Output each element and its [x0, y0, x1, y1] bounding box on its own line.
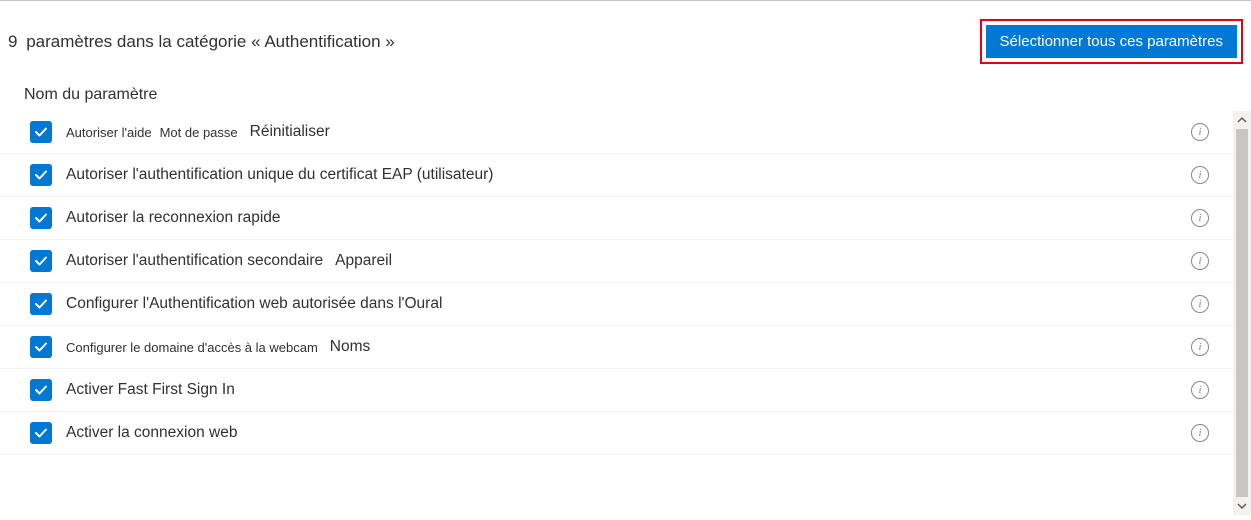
setting-label[interactable]: Autoriser l'aide: [66, 125, 152, 140]
setting-label[interactable]: Configurer le domaine d'accès à la webca…: [66, 340, 318, 355]
setting-value: Appareil: [335, 252, 392, 270]
table-row: Activer Fast First Sign In i: [0, 369, 1233, 412]
scrollbar[interactable]: [1233, 111, 1251, 515]
scroll-up-arrow[interactable]: [1233, 111, 1251, 129]
info-icon[interactable]: i: [1191, 424, 1209, 442]
checkbox[interactable]: [30, 207, 52, 229]
scroll-down-arrow[interactable]: [1233, 497, 1251, 515]
checkbox[interactable]: [30, 379, 52, 401]
info-icon[interactable]: i: [1191, 166, 1209, 184]
table-row: Configurer le domaine d'accès à la webca…: [0, 326, 1233, 369]
setting-label[interactable]: Autoriser l'authentification secondaire: [66, 252, 323, 270]
checkbox[interactable]: [30, 336, 52, 358]
info-icon[interactable]: i: [1191, 381, 1209, 399]
checkbox[interactable]: [30, 164, 52, 186]
divider: [0, 0, 1251, 1]
checkbox[interactable]: [30, 422, 52, 444]
setting-label[interactable]: Autoriser la reconnexion rapide: [66, 209, 281, 227]
setting-label[interactable]: Activer Fast First Sign In: [66, 381, 235, 399]
setting-label[interactable]: Configurer l'Authentification web autori…: [66, 295, 442, 313]
info-icon[interactable]: i: [1191, 295, 1209, 313]
table-row: Autoriser l'aide Mot de passe Réinitialise…: [0, 111, 1233, 154]
setting-value: Réinitialiser: [250, 123, 330, 141]
scroll-thumb[interactable]: [1236, 129, 1248, 497]
info-icon[interactable]: i: [1191, 209, 1209, 227]
info-icon[interactable]: i: [1191, 252, 1209, 270]
setting-value: Noms: [330, 338, 370, 356]
select-all-button[interactable]: Sélectionner tous ces paramètres: [986, 25, 1237, 58]
select-all-highlight: Sélectionner tous ces paramètres: [980, 19, 1243, 64]
setting-label[interactable]: Activer la connexion web: [66, 424, 237, 442]
checkbox[interactable]: [30, 121, 52, 143]
settings-count: 9: [8, 32, 17, 51]
category-summary: 9 paramètres dans la catégorie « Authent…: [8, 32, 395, 52]
settings-category-text: paramètres dans la catégorie « Authentif…: [26, 32, 395, 51]
table-row: Configurer l'Authentification web autori…: [0, 283, 1233, 326]
table-row: Autoriser la reconnexion rapide i: [0, 197, 1233, 240]
setting-label[interactable]: Autoriser l'authentification unique du c…: [66, 166, 493, 184]
table-row: Activer la connexion web i: [0, 412, 1233, 455]
info-icon[interactable]: i: [1191, 338, 1209, 356]
table-row: Autoriser l'authentification secondaire A…: [0, 240, 1233, 283]
setting-label-secondary: Mot de passe: [160, 125, 238, 140]
checkbox[interactable]: [30, 293, 52, 315]
column-header-name[interactable]: Nom du paramètre: [0, 80, 1251, 111]
table-row: Autoriser l'authentification unique du c…: [0, 154, 1233, 197]
checkbox[interactable]: [30, 250, 52, 272]
info-icon[interactable]: i: [1191, 123, 1209, 141]
